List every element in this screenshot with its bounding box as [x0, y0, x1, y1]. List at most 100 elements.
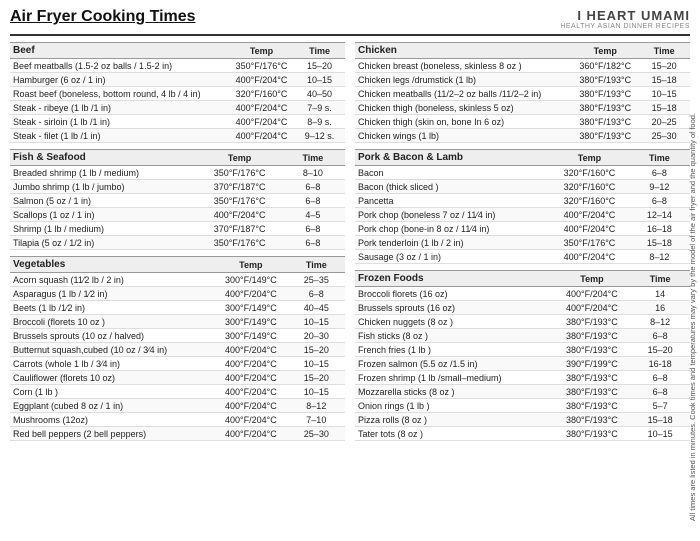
- item-temp: 400°F/204°C: [214, 357, 288, 371]
- item-name: Chicken thigh (boneless, skinless 5 oz): [355, 101, 572, 115]
- table-row: Eggplant (cubed 8 oz / 1 in)400°F/204°C8…: [10, 399, 345, 413]
- item-name: Steak - sirloin (1 lb /1 in): [10, 115, 229, 129]
- table-row: Mushrooms (12oz)400°F/204°C7–10: [10, 413, 345, 427]
- item-name: Roast beef (boneless, bottom round, 4 lb…: [10, 87, 229, 101]
- item-time: 15–18: [630, 413, 690, 427]
- item-time: 15–18: [638, 73, 690, 87]
- table-row: Butternut squash,cubed (10 oz / 3⁄4 in)4…: [10, 343, 345, 357]
- table-row: French fries (1 lb )380°F/193°C15–20: [355, 343, 690, 357]
- table-row: Bacon320°F/160°C6–8: [355, 166, 690, 180]
- brand: I HEART UMAMI HEALTHY ASIAN DINNER RECIP…: [560, 8, 690, 30]
- item-temp: 350°F/176°C: [229, 59, 294, 73]
- item-name: Steak - filet (1 lb /1 in): [10, 129, 229, 143]
- item-time: 9–12 s.: [294, 129, 345, 143]
- item-name: Beets (1 lb /1⁄2 in): [10, 301, 214, 315]
- item-temp: 400°F/204°C: [554, 287, 631, 301]
- section-vegetables: Vegetables Temp Time Acorn squash (11⁄2 …: [10, 256, 345, 441]
- item-temp: 400°F/204°C: [550, 222, 629, 236]
- item-time: 16-18: [630, 357, 690, 371]
- item-temp: 380°F/193°C: [554, 371, 631, 385]
- item-name: Bacon (thick sliced ): [355, 180, 550, 194]
- item-temp: 380°F/193°C: [572, 101, 638, 115]
- item-time: 25–30: [288, 427, 345, 441]
- side-note: All times are listed in minutes. Cook ti…: [688, 113, 697, 521]
- table-row: Hamburger (6 oz / 1 in)400°F/204°C10–15: [10, 73, 345, 87]
- item-time: 8–9 s.: [294, 115, 345, 129]
- table-row: Carrots (whole 1 lb / 3⁄4 in)400°F/204°C…: [10, 357, 345, 371]
- item-temp: 360°F/182°C: [572, 59, 638, 73]
- item-temp: 400°F/204°C: [229, 101, 294, 115]
- item-temp: 320°F/160°C: [229, 87, 294, 101]
- item-name: Breaded shrimp (1 lb / medium): [10, 166, 198, 180]
- item-temp: 350°F/176°C: [198, 194, 280, 208]
- item-time: 10–15: [294, 73, 345, 87]
- table-row: Bacon (thick sliced )320°F/160°C9–12: [355, 180, 690, 194]
- table-row: Salmon (5 oz / 1 in)350°F/176°C6–8: [10, 194, 345, 208]
- item-temp: 400°F/204°C: [554, 301, 631, 315]
- item-name: Broccoli (florets 10 oz ): [10, 315, 214, 329]
- item-time: 6–8: [288, 287, 345, 301]
- item-temp: 380°F/193°C: [572, 115, 638, 129]
- table-row: Sausage (3 oz / 1 in)400°F/204°C8–12: [355, 250, 690, 264]
- item-name: Chicken meatballs (11/2–2 oz balls /11/2…: [355, 87, 572, 101]
- item-temp: 400°F/204°C: [214, 371, 288, 385]
- item-temp: 400°F/204°C: [229, 129, 294, 143]
- brand-name: I HEART UMAMI: [560, 8, 690, 23]
- item-time: 6–8: [281, 180, 345, 194]
- table-row: Steak - sirloin (1 lb /1 in)400°F/204°C8…: [10, 115, 345, 129]
- item-time: 6–8: [630, 371, 690, 385]
- table-row: Pork tenderloin (1 lb / 2 in)350°F/176°C…: [355, 236, 690, 250]
- table-row: Pizza rolls (8 oz )380°F/193°C15–18: [355, 413, 690, 427]
- item-name: Mozzarella sticks (8 oz ): [355, 385, 554, 399]
- item-name: Pork chop (bone-in 8 oz / 11⁄4 in): [355, 222, 550, 236]
- item-time: 16–18: [629, 222, 690, 236]
- table-row: Breaded shrimp (1 lb / medium)350°F/176°…: [10, 166, 345, 180]
- table-row: Frozen salmon (5.5 oz /1.5 in)390°F/199°…: [355, 357, 690, 371]
- item-time: 8–10: [281, 166, 345, 180]
- table-row: Onion rings (1 lb )380°F/193°C5–7: [355, 399, 690, 413]
- item-name: Chicken wings (1 lb): [355, 129, 572, 143]
- item-temp: 400°F/204°C: [198, 208, 280, 222]
- item-temp: 400°F/204°C: [550, 208, 629, 222]
- table-row: Chicken breast (boneless, skinless 8 oz …: [355, 59, 690, 73]
- table-row: Chicken legs /drumstick (1 lb)380°F/193°…: [355, 73, 690, 87]
- table-row: Jumbo shrimp (1 lb / jumbo)370°F/187°C6–…: [10, 180, 345, 194]
- item-temp: 320°F/160°C: [550, 166, 629, 180]
- table-row: Tilapia (5 oz / 1/2 in)350°F/176°C6–8: [10, 236, 345, 250]
- table-row: Red bell peppers (2 bell peppers)400°F/2…: [10, 427, 345, 441]
- table-row: Tater tots (8 oz )380°F/193°C10–15: [355, 427, 690, 441]
- item-temp: 380°F/193°C: [554, 315, 631, 329]
- table-row: Roast beef (boneless, bottom round, 4 lb…: [10, 87, 345, 101]
- table-row: Beets (1 lb /1⁄2 in)300°F/149°C40–45: [10, 301, 345, 315]
- item-temp: 380°F/193°C: [572, 87, 638, 101]
- item-time: 6–8: [630, 329, 690, 343]
- item-temp: 400°F/204°C: [214, 343, 288, 357]
- item-name: French fries (1 lb ): [355, 343, 554, 357]
- item-time: 8–12: [629, 250, 690, 264]
- item-time: 8–12: [630, 315, 690, 329]
- item-time: 10–15: [630, 427, 690, 441]
- item-name: Eggplant (cubed 8 oz / 1 in): [10, 399, 214, 413]
- item-name: Pork tenderloin (1 lb / 2 in): [355, 236, 550, 250]
- item-time: 10–15: [288, 315, 345, 329]
- item-time: 6–8: [281, 236, 345, 250]
- item-time: 10–15: [288, 357, 345, 371]
- item-temp: 370°F/187°C: [198, 180, 280, 194]
- item-time: 10–15: [288, 385, 345, 399]
- table-row: Shrimp (1 lb / medium)370°F/187°C6–8: [10, 222, 345, 236]
- item-name: Fish sticks (8 oz ): [355, 329, 554, 343]
- table-row: Corn (1 lb )400°F/204°C10–15: [10, 385, 345, 399]
- item-temp: 380°F/193°C: [572, 73, 638, 87]
- table-row: Chicken meatballs (11/2–2 oz balls /11/2…: [355, 87, 690, 101]
- table-row: Pork chop (bone-in 8 oz / 11⁄4 in)400°F/…: [355, 222, 690, 236]
- item-temp: 300°F/149°C: [214, 329, 288, 343]
- item-name: Carrots (whole 1 lb / 3⁄4 in): [10, 357, 214, 371]
- table-row: Chicken nuggets (8 oz )380°F/193°C8–12: [355, 315, 690, 329]
- item-time: 15–18: [629, 236, 690, 250]
- item-name: Beef meatballs (1.5-2 oz balls / 1.5-2 i…: [10, 59, 229, 73]
- item-name: Corn (1 lb ): [10, 385, 214, 399]
- table-row: Brussels sprouts (10 oz / halved)300°F/1…: [10, 329, 345, 343]
- item-temp: 300°F/149°C: [214, 273, 288, 287]
- item-time: 25–30: [638, 129, 690, 143]
- item-time: 9–12: [629, 180, 690, 194]
